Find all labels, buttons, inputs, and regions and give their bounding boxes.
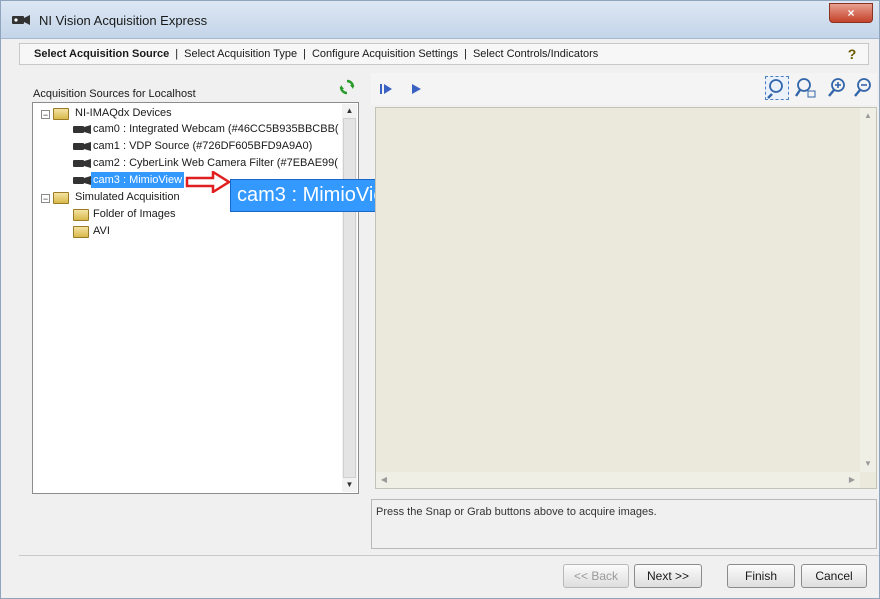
scroll-left-icon[interactable]: ◀ <box>376 472 392 488</box>
acquisition-express-window: NI Vision Acquisition Express × Select A… <box>0 0 880 599</box>
zoom-1to1-icon[interactable] <box>793 76 817 100</box>
title-bar: NI Vision Acquisition Express × <box>1 1 879 39</box>
image-display[interactable]: ▲ ▼ ◀ ▶ <box>375 107 877 489</box>
sources-tree[interactable]: − NI-IMAQdx Devices cam0 : Integrated We… <box>32 102 359 494</box>
close-button[interactable]: × <box>829 3 873 23</box>
cancel-button[interactable]: Cancel <box>801 564 867 588</box>
folder-icon <box>73 226 89 238</box>
sources-header: Acquisition Sources for Localhost <box>33 88 196 100</box>
tree-node-cam0[interactable]: cam0 : Integrated Webcam (#46CC5B935BBCB… <box>91 121 341 137</box>
tree-node-simulated[interactable]: Simulated Acquisition <box>73 189 182 205</box>
folder-icon <box>53 108 69 120</box>
scroll-right-icon[interactable]: ▶ <box>844 472 860 488</box>
step-separator: | <box>464 48 467 60</box>
tree-node-cam1[interactable]: cam1 : VDP Source (#726DF605BFD9A9A0) <box>91 138 314 154</box>
tree-node-avi[interactable]: AVI <box>91 223 112 239</box>
help-icon[interactable]: ? <box>844 46 860 62</box>
collapse-imaqdx-toggle[interactable]: − <box>41 110 50 120</box>
tree-node-imaqdx[interactable]: NI-IMAQdx Devices <box>73 105 174 121</box>
camera-icon <box>12 15 30 25</box>
step-select-type[interactable]: Select Acquisition Type <box>184 48 297 60</box>
viewer-toolbar <box>371 73 877 105</box>
back-button[interactable]: << Back <box>563 564 629 588</box>
folder-icon <box>73 209 89 221</box>
camera-icon <box>73 142 91 151</box>
refresh-icon[interactable] <box>339 79 355 95</box>
tree-node-cam3[interactable]: cam3 : MimioView <box>91 172 185 188</box>
step-separator: | <box>175 48 179 60</box>
step-select-controls[interactable]: Select Controls/Indicators <box>473 48 598 60</box>
image-viewer: ▲ ▼ ◀ ▶ <box>371 73 877 493</box>
scroll-thumb[interactable] <box>343 118 356 478</box>
folder-icon <box>53 192 69 204</box>
tree-node-folder-of-images[interactable]: Folder of Images <box>91 206 178 222</box>
tree-node-cam2[interactable]: cam2 : CyberLink Web Camera Filter (#7EB… <box>91 155 340 171</box>
next-button[interactable]: Next >> <box>634 564 702 588</box>
wizard-steps-bar: Select Acquisition Source | Select Acquisi… <box>19 43 869 65</box>
scroll-up-icon[interactable]: ▲ <box>342 104 357 118</box>
camera-icon <box>73 176 91 185</box>
viewer-status-box: Press the Snap or Grab buttons above to … <box>371 499 877 549</box>
image-vertical-scrollbar[interactable]: ▲ ▼ <box>860 108 876 472</box>
acquisition-sources-panel: Acquisition Sources for Localhost − NI-I… <box>27 75 365 501</box>
wizard-button-bar: << Back Next >> Finish Cancel <box>19 555 879 595</box>
image-horizontal-scrollbar[interactable]: ◀ ▶ <box>376 472 860 488</box>
camera-icon <box>73 125 91 134</box>
grab-icon[interactable] <box>407 80 425 98</box>
step-configure-settings[interactable]: Configure Acquisition Settings <box>312 48 458 60</box>
collapse-simulated-toggle[interactable]: − <box>41 194 50 204</box>
step-select-source[interactable]: Select Acquisition Source <box>34 48 169 60</box>
tree-scrollbar[interactable]: ▲ ▼ <box>342 104 357 492</box>
zoom-in-icon[interactable] <box>825 76 849 100</box>
snap-icon[interactable] <box>377 80 395 98</box>
wizard-steps: Select Acquisition Source | Select Acquisi… <box>34 48 598 60</box>
camera-icon <box>73 159 91 168</box>
status-message: Press the Snap or Grab buttons above to … <box>376 506 657 518</box>
zoom-fit-icon[interactable] <box>765 76 789 100</box>
window-title: NI Vision Acquisition Express <box>39 13 208 28</box>
zoom-out-icon[interactable] <box>851 76 875 100</box>
scroll-down-icon[interactable]: ▼ <box>860 456 876 472</box>
scroll-down-icon[interactable]: ▼ <box>342 478 357 492</box>
finish-button[interactable]: Finish <box>727 564 795 588</box>
arrow-annotation-icon <box>185 171 231 193</box>
scroll-up-icon[interactable]: ▲ <box>860 108 876 124</box>
step-separator: | <box>303 48 306 60</box>
